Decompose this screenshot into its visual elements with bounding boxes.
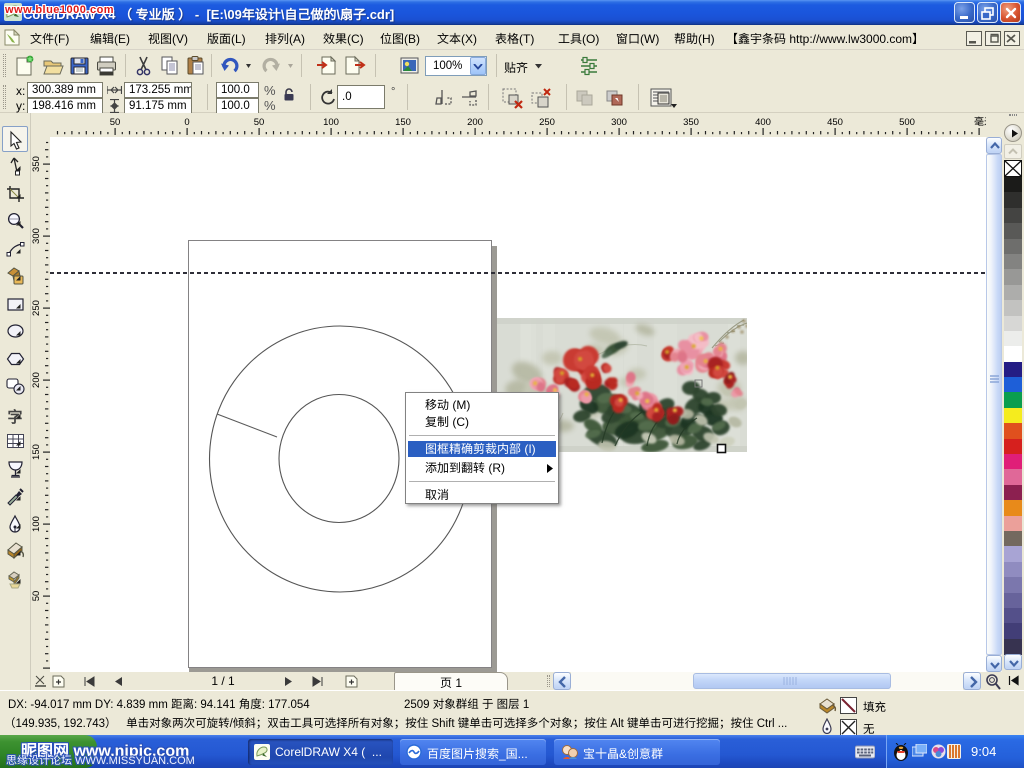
svg-text:350: 350 [683,117,699,128]
svg-text:250: 250 [539,117,555,128]
svg-text:300: 300 [611,117,627,128]
svg-text:0: 0 [184,117,189,128]
svg-text:400: 400 [755,117,771,128]
svg-text:50: 50 [254,117,265,128]
svg-text:350: 350 [31,156,42,172]
svg-text:300: 300 [31,228,42,244]
svg-text:500: 500 [899,117,915,128]
svg-text:250: 250 [31,300,42,316]
svg-text:50: 50 [31,591,42,602]
svg-text:100: 100 [323,117,339,128]
svg-text:150: 150 [31,444,42,460]
svg-text:200: 200 [467,117,483,128]
svg-text:100: 100 [31,516,42,532]
svg-text:450: 450 [827,117,843,128]
svg-text:150: 150 [395,117,411,128]
svg-text:毫米: 毫米 [974,113,986,128]
svg-text:50: 50 [110,117,121,128]
svg-text:200: 200 [31,372,42,388]
